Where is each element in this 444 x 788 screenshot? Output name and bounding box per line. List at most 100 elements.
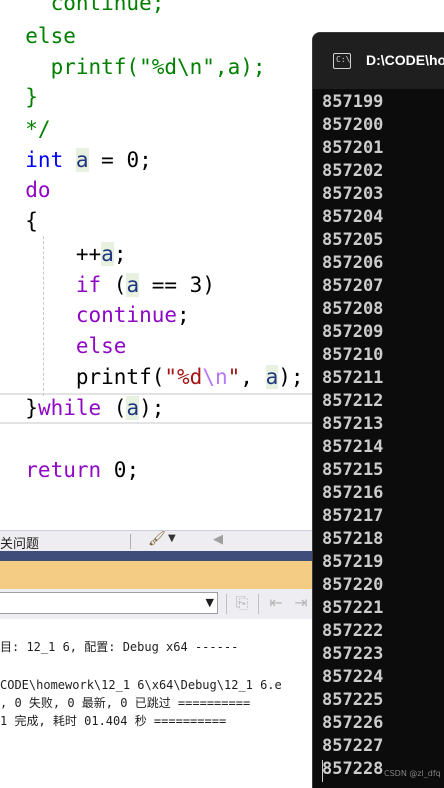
code-line[interactable]: ++a; (0, 239, 126, 269)
code-token: continue; (0, 0, 165, 15)
code-token: "%d (164, 365, 203, 389)
toolbar-separator (258, 594, 259, 614)
code-line[interactable]: { (0, 206, 38, 236)
console-line: 857217 (322, 506, 384, 526)
code-line[interactable]: printf("%d\n",a); (0, 52, 266, 82)
code-token: else (0, 24, 76, 48)
code-line[interactable]: continue; (0, 300, 190, 330)
code-token: ( (101, 396, 127, 420)
console-line: 857211 (322, 368, 384, 388)
code-token: a (126, 396, 140, 420)
console-line: 857215 (322, 460, 384, 480)
console-line: 857201 (322, 138, 384, 158)
code-token: 0; (101, 458, 140, 482)
console-line: 857218 (322, 529, 384, 549)
console-line: 857200 (322, 115, 384, 135)
console-line: 857207 (322, 276, 384, 296)
console-line: 857227 (322, 736, 384, 756)
code-token: == 3) (139, 273, 215, 297)
code-token: } (0, 396, 38, 420)
code-token: a (126, 273, 140, 297)
console-line: 857223 (322, 644, 384, 664)
code-line[interactable]: */ (0, 114, 51, 144)
output-line: 1 完成, 耗时 01.404 秒 ========== (0, 714, 227, 728)
code-line[interactable]: continue; (0, 0, 165, 18)
console-output[interactable]: 857199 857200 857201 857202 857203 857204 8572… (322, 91, 444, 781)
console-line: 857206 (322, 253, 384, 273)
code-line[interactable]: else (0, 331, 127, 361)
code-token: printf("%d\n",a); (0, 55, 266, 79)
arrow-left-icon[interactable]: ◀ (213, 532, 223, 547)
console-line: 857220 (322, 575, 384, 595)
console-line: 857210 (322, 345, 384, 365)
code-line[interactable]: do (0, 175, 51, 205)
previous-message-icon[interactable]: ⇤ (265, 592, 287, 614)
tab-separator (130, 534, 131, 549)
output-line: CODE\homework\12_1 6\x64\Debug\12_1 6.e (0, 678, 282, 692)
code-token: , (240, 365, 266, 389)
code-token: a (101, 242, 114, 266)
code-token: ++ (0, 242, 102, 266)
code-token: a (75, 148, 89, 172)
code-token: \n (202, 365, 228, 389)
console-line: 857203 (322, 184, 384, 204)
find-message-icon[interactable]: ⎘ (231, 592, 253, 614)
code-token: { (0, 209, 38, 233)
chevron-down-icon[interactable]: ▼ (206, 596, 214, 609)
paintbrush-icon[interactable]: 🖌 (148, 531, 166, 547)
code-token: } (0, 85, 38, 109)
console-line: 857208 (322, 299, 384, 319)
code-token: a (265, 365, 279, 389)
code-token: while (37, 396, 102, 420)
code-token: = 0; (88, 148, 152, 172)
output-line: 目: 12_1 6, 配置: Debug x64 ------ (0, 640, 239, 654)
console-window[interactable]: C:\ D:\CODE\ho 857199 857200 857201 857202 8… (312, 32, 444, 788)
console-line: 857214 (322, 437, 384, 457)
code-token: return (0, 458, 102, 482)
code-token: */ (0, 117, 51, 141)
console-line: 857219 (322, 552, 384, 572)
console-line: 857225 (322, 690, 384, 710)
code-line[interactable]: }while (a); (0, 393, 164, 423)
code-line[interactable]: } (0, 82, 38, 112)
code-token: do (0, 178, 51, 202)
code-line[interactable]: printf("%d\n", a); (0, 362, 304, 392)
caret-down-icon[interactable]: ▼ (168, 533, 176, 544)
code-token: printf( (0, 365, 165, 389)
code-token: continue (0, 303, 178, 327)
console-line: 857202 (322, 161, 384, 181)
code-line[interactable]: if (a == 3) (0, 270, 215, 300)
code-token: ; (113, 242, 127, 266)
console-line: 857226 (322, 713, 384, 733)
code-token: int (0, 148, 64, 172)
console-line: 857205 (322, 230, 384, 250)
console-cursor (322, 760, 323, 782)
next-message-icon[interactable]: ⇥ (290, 592, 312, 614)
output-source-select[interactable]: ▼ (0, 592, 218, 614)
toolbar-separator (226, 594, 227, 614)
code-token: else (0, 334, 127, 358)
code-token: ); (139, 396, 165, 420)
code-line[interactable]: int a = 0; (0, 145, 152, 175)
watermark: CSDN @zl_dfq (384, 769, 441, 778)
output-line: , 0 失败, 0 最新, 0 已跳过 ========== (0, 696, 251, 710)
console-line: 857222 (322, 621, 384, 641)
console-line: 857204 (322, 207, 384, 227)
tab-related-issues[interactable]: 关问题 (0, 533, 39, 552)
console-line: 857221 (322, 598, 384, 618)
console-line: 857216 (322, 483, 384, 503)
console-line: 857209 (322, 322, 384, 342)
code-token: ); (278, 365, 304, 389)
console-title: D:\CODE\ho (366, 52, 444, 68)
code-token: ; (177, 303, 190, 327)
code-token: if (0, 273, 102, 297)
code-line[interactable]: else (0, 21, 76, 51)
code-line[interactable]: return 0; (0, 455, 139, 485)
console-titlebar[interactable]: C:\ D:\CODE\ho (313, 33, 444, 89)
code-token: ( (101, 273, 127, 297)
code-token: " (227, 365, 241, 389)
console-line: 857212 (322, 391, 384, 411)
console-line: 857224 (322, 667, 384, 687)
console-line: 857213 (322, 414, 384, 434)
